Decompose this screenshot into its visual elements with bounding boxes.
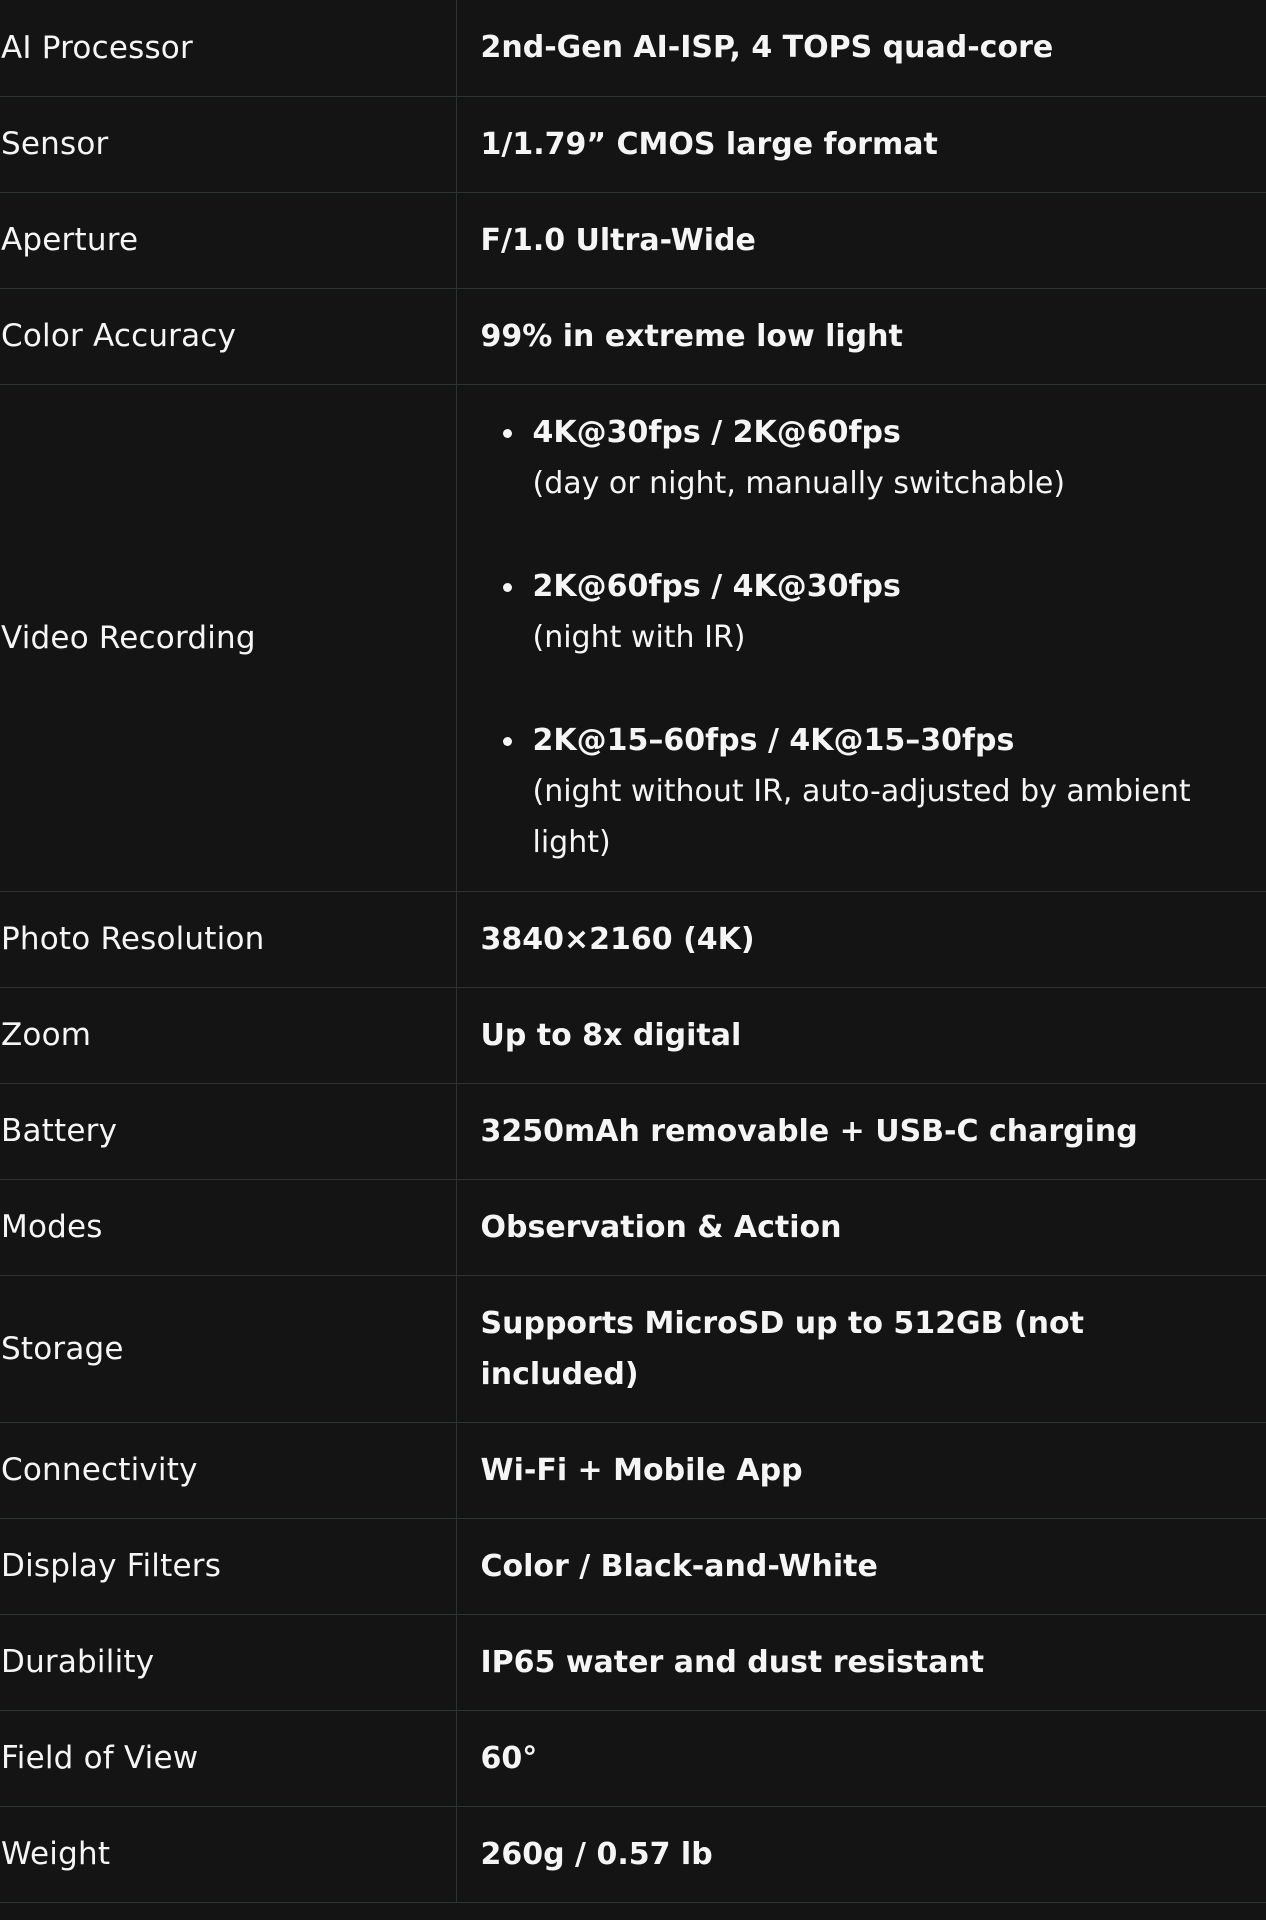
spec-row-connectivity: Connectivity Wi-Fi + Mobile App <box>0 1422 1266 1518</box>
spec-value: Wi-Fi + Mobile App <box>480 1452 803 1488</box>
spec-value: 3840×2160 (4K) <box>480 921 755 957</box>
spec-label: Battery <box>0 1083 457 1179</box>
spec-label: Sensor <box>0 96 457 192</box>
video-mode-title: 4K@30fps / 2K@60fps <box>532 415 901 450</box>
spec-label: Field of View <box>0 1710 457 1806</box>
spec-label: Durability <box>0 1614 457 1710</box>
spec-value-video-list: 4K@30fps / 2K@60fps (day or night, manua… <box>456 384 1266 891</box>
spec-label: Video Recording <box>0 384 457 891</box>
spec-row-modes: Modes Observation & Action <box>0 1179 1266 1275</box>
video-mode-item: 2K@60fps / 4K@30fps (night with IR) <box>502 561 1247 663</box>
spec-row-aperture: Aperture F/1.0 Ultra-Wide <box>0 192 1266 288</box>
video-mode-list: 4K@30fps / 2K@60fps (day or night, manua… <box>481 407 1247 868</box>
video-mode-title: 2K@15–60fps / 4K@15–30fps <box>532 723 1015 758</box>
video-mode-note: (night without IR, auto-adjusted by ambi… <box>532 774 1191 860</box>
spec-label: Storage <box>0 1275 457 1422</box>
spec-row-photo-resolution: Photo Resolution 3840×2160 (4K) <box>0 891 1266 987</box>
spec-row-field-of-view: Field of View 60° <box>0 1710 1266 1806</box>
spec-value: Up to 8x digital <box>480 1017 742 1053</box>
spec-label: Aperture <box>0 192 457 288</box>
spec-value: 60° <box>480 1740 538 1776</box>
spec-value: 1/1.79” CMOS large format <box>480 126 938 162</box>
spec-label: Zoom <box>0 987 457 1083</box>
spec-label: Modes <box>0 1179 457 1275</box>
spec-label: Weight <box>0 1806 457 1902</box>
spec-row-display-filters: Display Filters Color / Black-and-White <box>0 1518 1266 1614</box>
spec-value: Observation & Action <box>480 1209 842 1245</box>
spec-value: Supports MicroSD up to 512GB (not includ… <box>480 1305 1085 1392</box>
spec-row-ai-processor: AI Processor 2nd-Gen AI-ISP, 4 TOPS quad… <box>0 0 1266 96</box>
video-mode-item: 4K@30fps / 2K@60fps (day or night, manua… <box>502 407 1247 509</box>
spec-value: 2nd-Gen AI-ISP, 4 TOPS quad-core <box>480 30 1054 66</box>
spec-value: 260g / 0.57 lb <box>480 1836 713 1872</box>
spec-value: F/1.0 Ultra-Wide <box>480 222 756 258</box>
spec-row-video-recording: Video Recording 4K@30fps / 2K@60fps (day… <box>0 384 1266 891</box>
spec-label: Display Filters <box>0 1518 457 1614</box>
spec-row-durability: Durability IP65 water and dust resistant <box>0 1614 1266 1710</box>
spec-row-weight: Weight 260g / 0.57 lb <box>0 1806 1266 1902</box>
spec-value: IP65 water and dust resistant <box>480 1644 985 1680</box>
video-mode-note: (night with IR) <box>532 620 746 655</box>
spec-table: AI Processor 2nd-Gen AI-ISP, 4 TOPS quad… <box>0 0 1266 1903</box>
spec-row-sensor: Sensor 1/1.79” CMOS large format <box>0 96 1266 192</box>
bullet-icon <box>502 737 512 746</box>
spec-label: Connectivity <box>0 1422 457 1518</box>
spec-value: 3250mAh removable + USB-C charging <box>480 1113 1138 1149</box>
spec-value: 99% in extreme low light <box>480 318 903 354</box>
spec-label: Photo Resolution <box>0 891 457 987</box>
spec-row-zoom: Zoom Up to 8x digital <box>0 987 1266 1083</box>
video-mode-note: (day or night, manually switchable) <box>532 466 1066 501</box>
spec-value: Color / Black-and-White <box>480 1548 878 1584</box>
bullet-icon <box>502 429 512 438</box>
spec-label: AI Processor <box>0 0 457 96</box>
spec-label: Color Accuracy <box>0 288 457 384</box>
spec-row-battery: Battery 3250mAh removable + USB-C chargi… <box>0 1083 1266 1179</box>
video-mode-item: 2K@15–60fps / 4K@15–30fps (night without… <box>502 715 1247 868</box>
bullet-icon <box>502 583 512 592</box>
spec-row-color-accuracy: Color Accuracy 99% in extreme low light <box>0 288 1266 384</box>
spec-row-storage: Storage Supports MicroSD up to 512GB (no… <box>0 1275 1266 1422</box>
video-mode-title: 2K@60fps / 4K@30fps <box>532 569 901 604</box>
